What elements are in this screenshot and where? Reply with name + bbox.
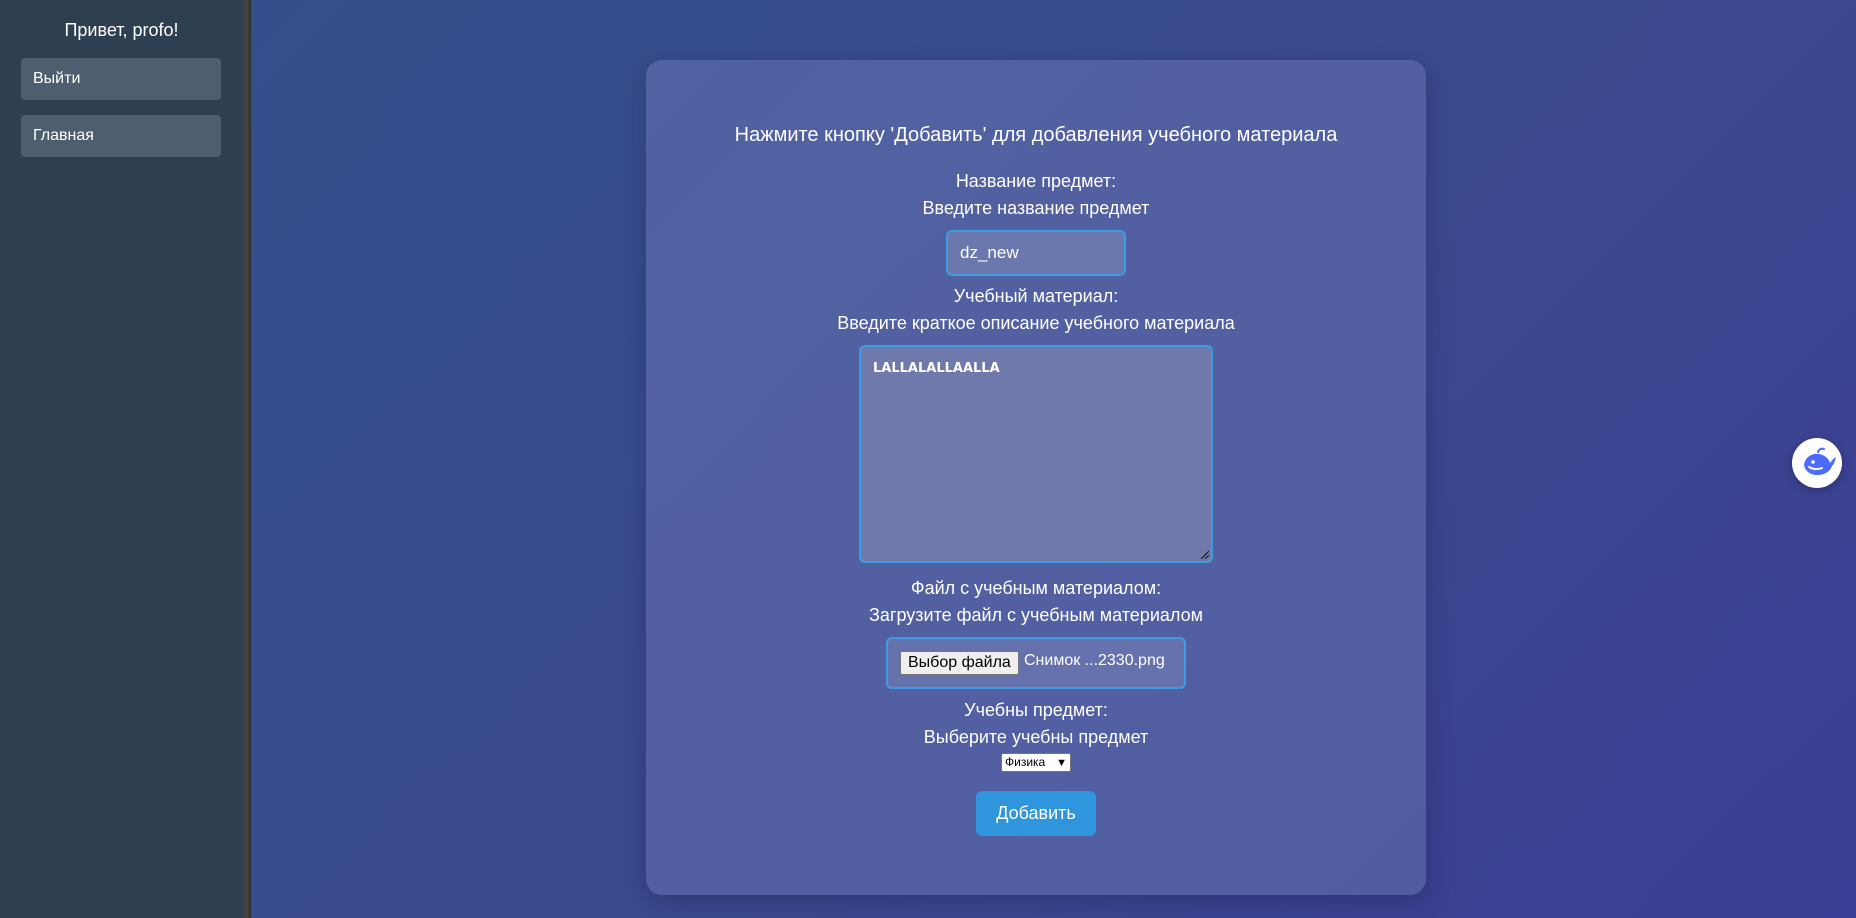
course-select-value: Физика — [1005, 755, 1046, 769]
file-upload-field: Выбор файла Снимок ...2330.png — [886, 637, 1186, 689]
form-title: Нажмите кнопку 'Добавить' для добавления… — [734, 124, 1338, 146]
whale-icon — [1804, 447, 1836, 475]
file-label: Файл с учебным материалом: — [910, 578, 1162, 598]
add-material-form: Нажмите кнопку 'Добавить' для добавления… — [646, 60, 1426, 895]
home-button[interactable]: Главная — [21, 115, 221, 157]
sidebar: Привет, profo! Выйти Главная — [0, 0, 243, 918]
file-hint: Загрузите файл с учебным материалом — [869, 605, 1203, 625]
add-button[interactable]: Добавить — [976, 791, 1096, 836]
assistant-floating-button[interactable] — [1792, 438, 1842, 488]
subject-name-hint: Введите название предмет — [922, 198, 1150, 218]
resize-handle-icon[interactable] — [1200, 550, 1209, 559]
material-hint: Введите краткое описание учебного матери… — [837, 313, 1235, 333]
course-select[interactable]: Физика ▼ — [1001, 753, 1071, 772]
subject-name-input[interactable] — [946, 230, 1126, 276]
greeting-text: Привет, profo! — [64, 20, 179, 40]
selected-file-name: Снимок ...2330.png — [1024, 652, 1165, 669]
material-description-textarea[interactable]: LALLALALLAALLA — [859, 345, 1213, 563]
choose-file-button[interactable]: Выбор файла — [900, 651, 1019, 675]
material-label: Учебный материал: — [953, 286, 1119, 306]
logout-button[interactable]: Выйти — [21, 58, 221, 100]
course-label: Учебны предмет: — [964, 700, 1108, 720]
sidebar-divider — [243, 0, 251, 918]
course-hint: Выберите учебны предмет — [923, 727, 1149, 747]
subject-name-label: Название предмет: — [955, 171, 1117, 191]
chevron-down-icon: ▼ — [1056, 757, 1067, 769]
